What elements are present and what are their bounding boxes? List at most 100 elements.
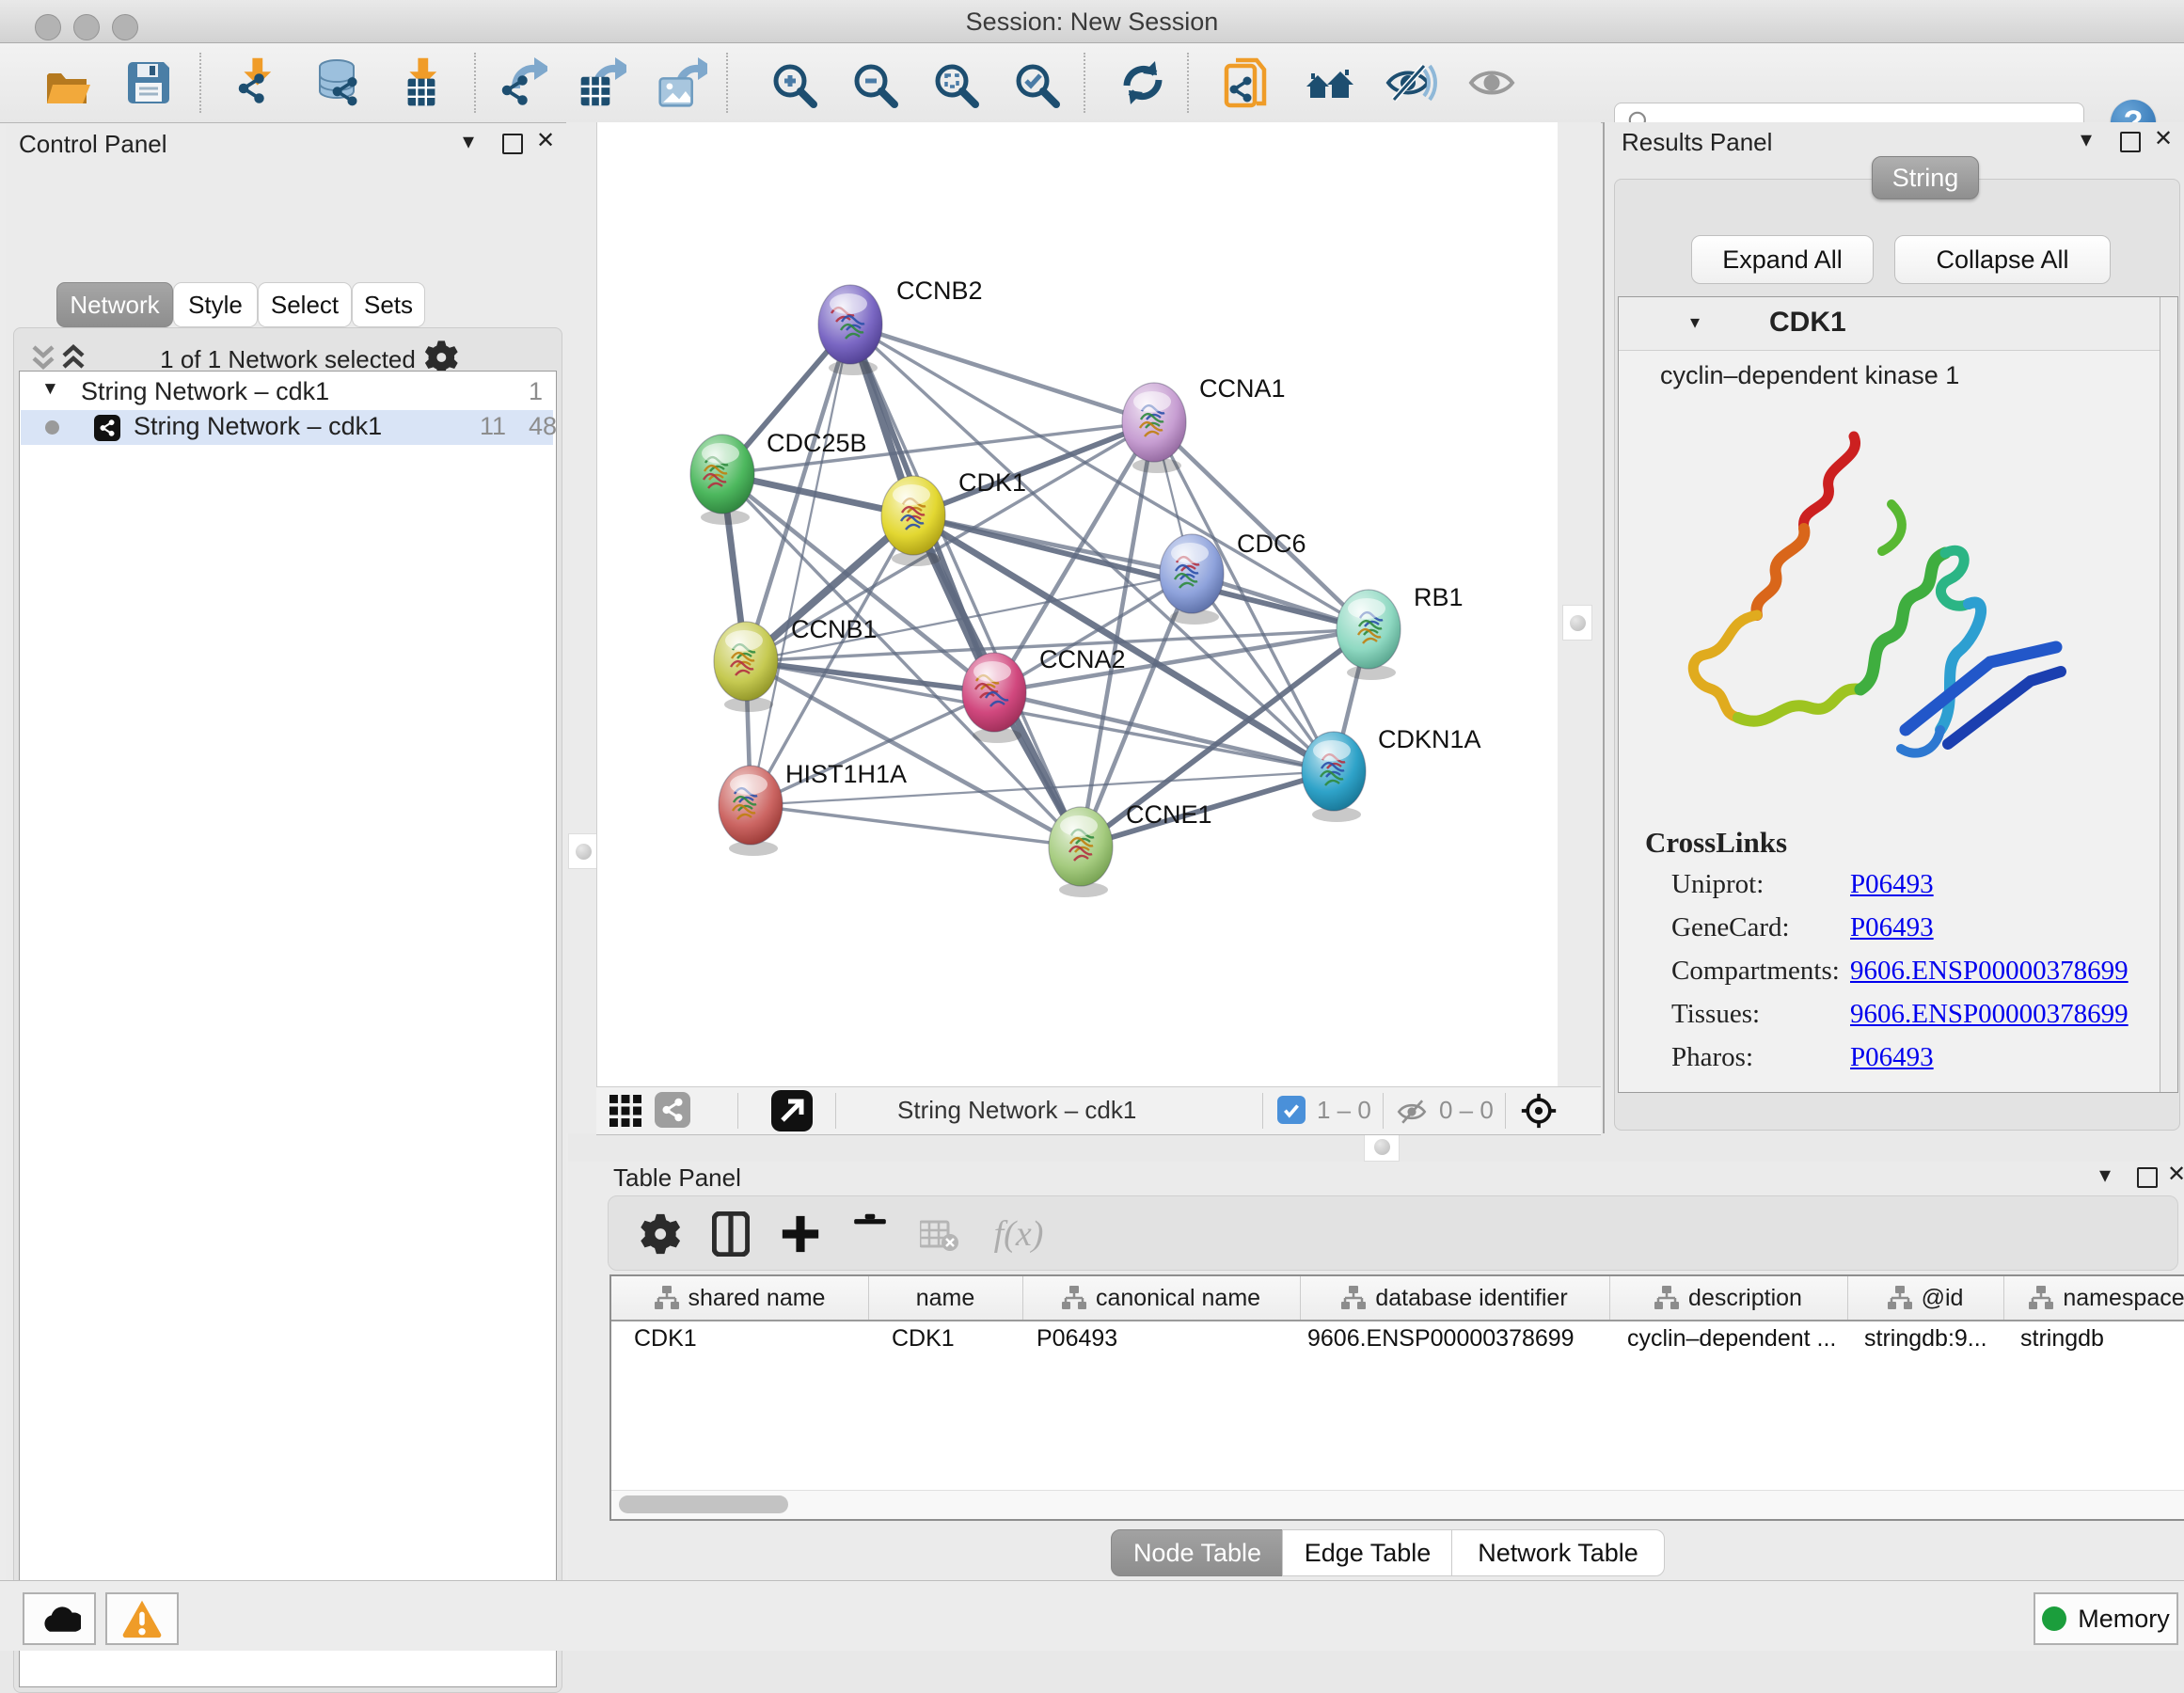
column-header-namespace[interactable]: namespace (2003, 1276, 2184, 1320)
tab-network[interactable]: Network (56, 282, 173, 327)
export-network-icon[interactable] (493, 55, 549, 111)
export-image-icon[interactable] (653, 55, 709, 111)
crosslink-uniprot-link[interactable]: P06493 (1850, 869, 1934, 900)
network-view-title: String Network – cdk1 (897, 1096, 1136, 1125)
table-panel: Table Panel ▾ ✕ f(x) shared name name ca… (568, 1162, 2184, 1580)
horizontal-splitter[interactable] (568, 1133, 2184, 1162)
tab-string[interactable]: String (1872, 156, 1979, 199)
results-scrollbar[interactable] (2160, 297, 2177, 1092)
grid-view-icon[interactable] (609, 1095, 641, 1127)
open-session-icon[interactable] (38, 55, 94, 111)
protein-card-header[interactable]: ▾ CDK1 (1619, 297, 2177, 351)
eye-icon[interactable] (1464, 55, 1520, 111)
hidden-eye-icon[interactable] (1394, 1096, 1430, 1128)
table-panel-collapse-icon[interactable]: ▾ (2099, 1163, 2111, 1188)
tab-edge-table[interactable]: Edge Table (1282, 1529, 1453, 1576)
collection-label: String Network – cdk1 (81, 377, 329, 406)
results-panel-title: Results Panel (1622, 128, 1772, 157)
scrollbar-thumb[interactable] (619, 1495, 788, 1513)
control-panel-collapse-icon[interactable]: ▾ (463, 130, 474, 154)
save-session-icon[interactable] (120, 55, 177, 111)
collapse-all-button[interactable]: Collapse All (1894, 235, 2111, 284)
warnings-button[interactable] (105, 1592, 179, 1645)
delete-table-icon-disabled (915, 1210, 964, 1258)
network-label: String Network – cdk1 (134, 412, 382, 441)
refresh-icon[interactable] (1114, 55, 1170, 111)
duplicate-network-icon[interactable] (1219, 55, 1275, 111)
import-network-icon[interactable] (226, 55, 282, 111)
tab-sets[interactable]: Sets (352, 282, 425, 327)
cell-database-identifier[interactable]: 9606.ENSP00000378699 (1307, 1325, 1575, 1353)
zoom-out-icon[interactable] (845, 55, 901, 111)
splitter-knob[interactable] (1570, 615, 1586, 631)
column-header-name[interactable]: name (868, 1276, 1023, 1320)
zoom-fit-icon[interactable] (926, 55, 982, 111)
tab-node-table[interactable]: Node Table (1111, 1529, 1284, 1576)
zoom-in-icon[interactable] (764, 55, 820, 111)
string-network-icon (94, 415, 120, 441)
results-panel-float-icon[interactable] (2120, 132, 2141, 152)
toolbar-separator (199, 53, 201, 113)
show-columns-icon[interactable] (706, 1210, 755, 1258)
column-header-database-identifier[interactable]: database identifier (1300, 1276, 1610, 1320)
string-network-graph[interactable]: CCNB2CCNA1CDC25BCDK1CDC6RB1CCNB1CCNA2CDK… (597, 122, 1558, 1086)
table-horizontal-scrollbar[interactable] (611, 1490, 2184, 1519)
tab-style[interactable]: Style (173, 282, 258, 327)
crosslink-label: Compartments: (1671, 956, 1840, 987)
cell-shared-name[interactable]: CDK1 (634, 1325, 697, 1353)
crosslink-pharos-link[interactable]: P06493 (1850, 1042, 1934, 1073)
crosslink-tissues-link[interactable]: 9606.ENSP00000378699 (1850, 999, 2129, 1030)
window-title: Session: New Session (0, 8, 2184, 37)
tab-select[interactable]: Select (258, 282, 352, 327)
control-panel-float-icon[interactable] (502, 134, 523, 154)
cell-description[interactable]: cyclin–dependent ... (1627, 1325, 1836, 1353)
column-header-canonical-name[interactable]: canonical name (1022, 1276, 1301, 1320)
network-tree: ▼ String Network – cdk1 1 String Network… (19, 371, 557, 1687)
left-splitter[interactable] (566, 122, 598, 1133)
column-header-shared-name[interactable]: shared name (611, 1276, 869, 1320)
center-view-crosshair-icon[interactable] (1520, 1092, 1558, 1130)
export-table-icon[interactable] (572, 55, 628, 111)
table-settings-gear-icon[interactable] (637, 1210, 686, 1258)
protein-collapse-icon[interactable]: ▾ (1690, 310, 1700, 334)
cloud-status-button[interactable] (23, 1592, 96, 1645)
tree-expand-icon[interactable]: ▼ (41, 379, 59, 400)
splitter-knob[interactable] (1374, 1139, 1390, 1155)
table-panel-close-icon[interactable]: ✕ (2167, 1163, 2184, 1187)
network-canvas[interactable]: CCNB2CCNA1CDC25BCDK1CDC6RB1CCNB1CCNA2CDK… (596, 122, 1558, 1086)
cell-id[interactable]: stringdb:9... (1864, 1325, 1987, 1353)
hide-unhide-icon[interactable] (1383, 55, 1439, 111)
crosslink-compartments-link[interactable]: 9606.ENSP00000378699 (1850, 956, 2129, 987)
import-table-icon[interactable] (391, 55, 448, 111)
table-panel-float-icon[interactable] (2137, 1167, 2158, 1188)
control-panel-close-icon[interactable]: ✕ (536, 129, 555, 153)
network-birdseye-icon[interactable] (655, 1092, 690, 1128)
status-bar: Memory (0, 1580, 2184, 1651)
delete-column-trash-icon[interactable] (846, 1210, 894, 1258)
cell-namespace[interactable]: stringdb (2020, 1325, 2104, 1353)
main-toolbar: ? (0, 43, 2184, 123)
detach-view-icon[interactable] (771, 1090, 813, 1131)
selected-checkbox-icon[interactable] (1277, 1096, 1306, 1124)
toolbar-separator (474, 53, 476, 113)
crosslink-genecard-link[interactable]: P06493 (1850, 912, 1934, 943)
results-panel-collapse-icon[interactable]: ▾ (2081, 128, 2092, 152)
node-label-HIST1H1A: HIST1H1A (785, 760, 907, 788)
expand-all-button[interactable]: Expand All (1691, 235, 1874, 284)
cell-name[interactable]: CDK1 (892, 1325, 955, 1353)
add-column-icon[interactable] (776, 1210, 825, 1258)
network-collection-row[interactable]: ▼ String Network – cdk1 1 (21, 375, 553, 410)
splitter-knob[interactable] (576, 844, 592, 860)
right-splitter[interactable] (1557, 122, 1601, 1133)
import-network-from-database-icon[interactable] (309, 55, 365, 111)
column-header-description[interactable]: description (1609, 1276, 1848, 1320)
network-row[interactable]: String Network – cdk1 11 48 (21, 410, 553, 445)
homes-icon[interactable] (1302, 55, 1358, 111)
zoom-selected-icon[interactable] (1006, 55, 1063, 111)
cell-canonical-name[interactable]: P06493 (1037, 1325, 1117, 1353)
warning-icon (121, 1598, 163, 1639)
column-header-id[interactable]: @id (1847, 1276, 2004, 1320)
results-panel-close-icon[interactable]: ✕ (2154, 127, 2173, 151)
tab-network-table[interactable]: Network Table (1451, 1529, 1665, 1576)
memory-button[interactable]: Memory (2034, 1592, 2178, 1645)
